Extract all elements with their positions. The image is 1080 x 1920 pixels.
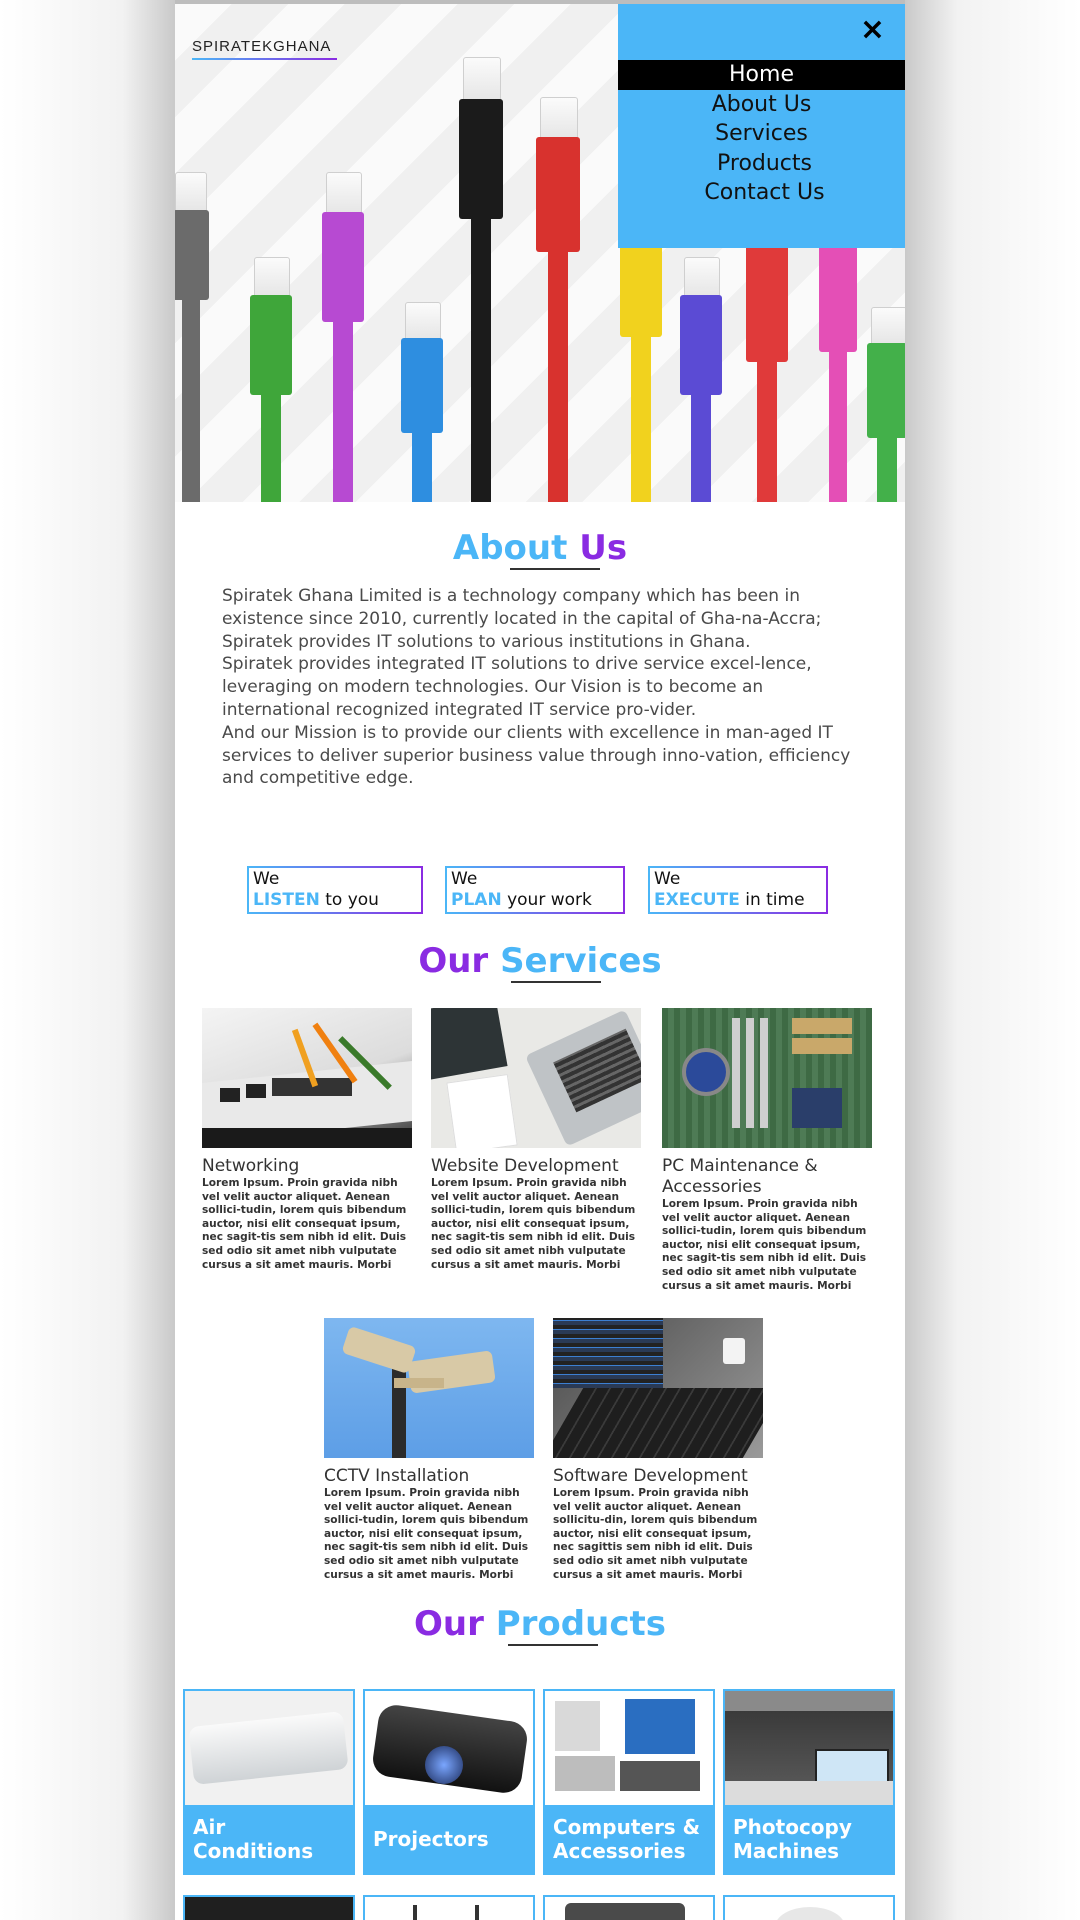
nav-item-about-us[interactable]: About Us [618,90,905,120]
service-description: Lorem Ipsum. Proin gravida nibh vel veli… [662,1198,867,1292]
tag-execute: We EXECUTE in time [648,866,828,914]
service-description: Lorem Ipsum. Proin gravida nibh vel veli… [324,1487,529,1581]
service-card-software-development[interactable]: Software Development Lorem Ipsum. Proin … [553,1318,763,1582]
hero-cable-pink [819,242,857,502]
tag-rest: your work [501,890,592,910]
product-card-air-conditions[interactable]: Air Conditions [183,1689,355,1875]
hero-cable-green-2 [867,307,905,502]
website-development-image [431,1008,641,1148]
products-title-underline [508,1644,598,1646]
about-text: Spiratek Ghana Limited is a technology c… [222,585,862,790]
product-label: Photocopy Machines [725,1805,893,1873]
hero-cable-green [250,257,292,502]
services-title-part2: Services [500,941,662,981]
service-title: Software Development [553,1466,748,1486]
partial-product-image [775,1907,845,1920]
products-title-part1: Our [414,1604,484,1644]
products-title: Our Products [175,1604,905,1644]
product-card-projectors[interactable]: Projectors [363,1689,535,1875]
tag-plan: We PLAN your work [445,866,625,914]
service-title: PC Maintenance & Accessories [662,1156,818,1197]
air-conditioner-image [185,1691,353,1805]
networking-image [202,1008,412,1148]
nav-menu: × Home About Us Services Products Contac… [618,4,905,248]
tag-prefix: We [654,869,681,889]
nav-item-contact-us[interactable]: Contact Us [621,178,905,208]
hero-cable-gray [175,172,209,502]
software-development-image [553,1318,763,1458]
site-logo[interactable]: SPIRATEKGHANA [192,38,331,55]
hero-cable-red-2 [746,242,788,502]
service-description: Lorem Ipsum. Proin gravida nibh vel veli… [202,1177,407,1271]
tag-listen: We LISTEN to you [247,866,423,914]
pc-maintenance-image [662,1008,872,1148]
tag-rest: to you [319,890,379,910]
about-title-part1: About [452,528,568,568]
product-label: Air Conditions [185,1805,353,1873]
nav-item-products[interactable]: Products [621,149,905,179]
services-title-part1: Our [418,941,489,981]
page: SPIRATEKGHANA × Home About Us Services P… [175,4,905,1920]
product-label: Computers & Accessories [545,1805,713,1873]
about-paragraph: Spiratek Ghana Limited is a technology c… [222,586,822,652]
partial-product-image [413,1905,417,1920]
partial-product-image [565,1903,685,1920]
logo-underline [192,58,337,60]
tag-prefix: We [451,869,478,889]
hero-cable-blue [401,302,443,502]
hero-banner: SPIRATEKGHANA × Home About Us Services P… [175,4,905,502]
service-card-website-development[interactable]: Website Development Lorem Ipsum. Proin g… [431,1008,641,1272]
tag-accent: LISTEN [253,890,320,910]
product-card-photocopy-machines[interactable]: Photocopy Machines [723,1689,895,1875]
computers-accessories-image [545,1691,713,1805]
about-paragraph: Spiratek provides integrated IT solution… [222,654,812,720]
service-card-networking[interactable]: Networking Lorem Ipsum. Proin gravida ni… [202,1008,412,1272]
service-description: Lorem Ipsum. Proin gravida nibh vel veli… [553,1487,758,1581]
service-card-pc-maintenance[interactable]: PC Maintenance & Accessories Lorem Ipsum… [662,1008,872,1293]
tag-prefix: We [253,869,280,889]
hero-cable-red [536,97,580,502]
hero-cable-purple [322,172,364,502]
product-card-partial[interactable] [183,1895,355,1920]
product-card-partial[interactable] [723,1895,895,1920]
product-card-partial[interactable] [363,1895,535,1920]
close-icon[interactable]: × [860,12,885,47]
product-card-partial[interactable] [543,1895,715,1920]
partial-product-image [185,1897,353,1920]
about-title: About Us [175,528,905,568]
tag-accent: EXECUTE [654,890,740,910]
page-shadow-right [905,0,1080,1920]
about-paragraph: And our Mission is to provide our client… [222,722,851,789]
cctv-image [324,1318,534,1458]
services-title-underline [511,981,601,983]
page-shadow-left [0,0,175,1920]
partial-product-image [475,1905,479,1920]
tag-rest: in time [739,890,805,910]
services-title: Our Services [175,941,905,981]
product-card-computers-accessories[interactable]: Computers & Accessories [543,1689,715,1875]
nav-item-services[interactable]: Services [618,119,905,149]
service-card-cctv-installation[interactable]: CCTV Installation Lorem Ipsum. Proin gra… [324,1318,534,1582]
service-title: CCTV Installation [324,1466,470,1486]
product-label: Projectors [365,1805,533,1873]
service-title: Networking [202,1156,300,1176]
nav-item-home[interactable]: Home [618,60,905,90]
hero-cable-black [459,57,503,502]
projector-image [365,1691,533,1805]
products-title-part2: Products [495,1604,666,1644]
photocopy-machine-image [725,1691,893,1805]
service-title: Website Development [431,1156,619,1176]
hero-cable-indigo [680,257,722,502]
about-title-part2: Us [579,528,628,568]
about-title-underline [510,568,600,570]
service-description: Lorem Ipsum. Proin gravida nibh vel veli… [431,1177,636,1271]
tag-accent: PLAN [451,890,502,910]
